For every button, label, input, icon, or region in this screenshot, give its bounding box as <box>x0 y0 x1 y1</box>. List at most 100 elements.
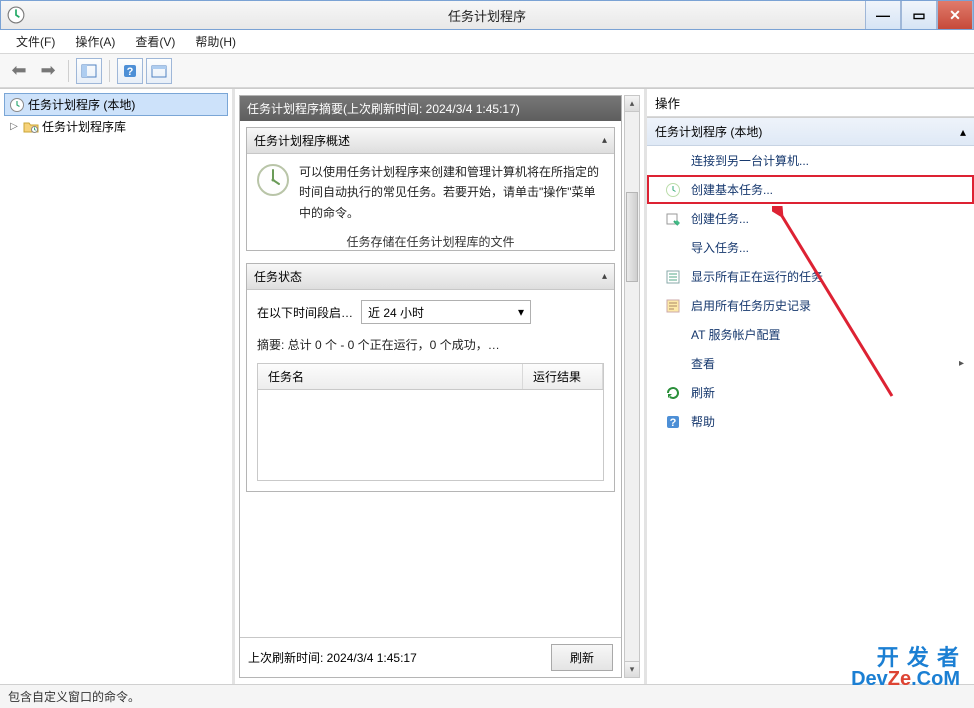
menu-help[interactable]: 帮助(H) <box>185 30 246 53</box>
action-item-7[interactable]: 查看 ▸ <box>647 349 974 378</box>
tree-child[interactable]: ▷ 任务计划程序库 <box>4 116 228 137</box>
action-item-6[interactable]: AT 服务帐户配置 <box>647 320 974 349</box>
task-table: 任务名 运行结果 <box>257 363 604 481</box>
tree-expander-icon[interactable]: ▷ <box>8 121 20 132</box>
tree-root-label: 任务计划程序 (本地) <box>28 96 135 113</box>
chevron-up-icon: ▴ <box>602 271 607 282</box>
status-section-header[interactable]: 任务状态 ▴ <box>247 264 614 290</box>
status-title: 任务状态 <box>254 268 302 285</box>
help-toolbar-button[interactable]: ? <box>117 58 143 84</box>
menu-bar: 文件(F) 操作(A) 查看(V) 帮助(H) <box>0 30 974 54</box>
last-refresh-label: 上次刷新时间: 2024/3/4 1:45:17 <box>248 649 417 666</box>
chevron-up-icon: ▴ <box>602 135 607 146</box>
clock-icon <box>9 97 25 113</box>
action-label: 启用所有任务历史记录 <box>691 297 811 314</box>
col-result[interactable]: 运行结果 <box>523 364 603 389</box>
action-label: 导入任务... <box>691 239 749 256</box>
actions-pane: 操作 任务计划程序 (本地) ▴ 连接到另一台计算机... 创建基本任务... 创… <box>644 89 974 684</box>
action-item-4[interactable]: 显示所有正在运行的任务 <box>647 262 974 291</box>
blank-icon <box>665 153 681 169</box>
action-item-2[interactable]: 创建任务... <box>647 204 974 233</box>
overview-truncated: 任务存储在任务计划程库的文件 <box>247 231 614 250</box>
status-text: 包含自定义窗口的命令。 <box>8 688 140 705</box>
action-label: 连接到另一台计算机... <box>691 152 809 169</box>
minimize-button[interactable]: — <box>865 1 901 29</box>
center-body: 任务计划程序概述 ▴ 可以使用任务计划程序来创建和管理计算机将在所指定的时间自动… <box>240 121 621 637</box>
clock-icon <box>255 162 291 198</box>
time-range-select[interactable]: 近 24 小时 ▾ <box>361 300 531 324</box>
scroll-up-button[interactable]: ▴ <box>625 96 639 112</box>
chevron-down-icon: ▾ <box>518 305 524 319</box>
menu-action[interactable]: 操作(A) <box>65 30 125 53</box>
toolbar: ⬅ ➡ ? <box>0 54 974 88</box>
tree-pane: 任务计划程序 (本地) ▷ 任务计划程序库 <box>0 89 235 684</box>
status-bar: 包含自定义窗口的命令。 <box>0 684 974 708</box>
properties-toolbar-button[interactable] <box>146 58 172 84</box>
overview-section-header[interactable]: 任务计划程序概述 ▴ <box>247 128 614 154</box>
table-header: 任务名 运行结果 <box>258 364 603 390</box>
toolbar-separator <box>68 60 69 82</box>
center-footer: 上次刷新时间: 2024/3/4 1:45:17 刷新 <box>240 637 621 677</box>
close-button[interactable]: ✕ <box>937 1 973 29</box>
scroll-thumb[interactable] <box>626 192 638 282</box>
main-area: 任务计划程序 (本地) ▷ 任务计划程序库 任务计划程序摘要(上次刷新时间: 2… <box>0 88 974 684</box>
status-section: 任务状态 ▴ 在以下时间段启… 近 24 小时 ▾ 摘要: 总计 0 个 - 0… <box>246 263 615 492</box>
app-icon <box>7 6 25 24</box>
action-item-3[interactable]: 导入任务... <box>647 233 974 262</box>
action-item-9[interactable]: ? 帮助 <box>647 407 974 436</box>
tree-root[interactable]: 任务计划程序 (本地) <box>4 93 228 116</box>
show-hide-tree-button[interactable] <box>76 58 102 84</box>
action-item-5[interactable]: 启用所有任务历史记录 <box>647 291 974 320</box>
history-icon <box>665 298 681 314</box>
status-body: 在以下时间段启… 近 24 小时 ▾ 摘要: 总计 0 个 - 0 个正在运行，… <box>247 290 614 491</box>
table-rows <box>258 390 603 480</box>
menu-file[interactable]: 文件(F) <box>6 30 65 53</box>
menu-view[interactable]: 查看(V) <box>125 30 185 53</box>
watermark: 开 发 者 DevZe.CoM <box>851 646 960 690</box>
status-summary: 摘要: 总计 0 个 - 0 个正在运行，0 个成功，… <box>257 336 604 353</box>
blank-icon <box>665 327 681 343</box>
action-label: AT 服务帐户配置 <box>691 326 781 343</box>
filter-row: 在以下时间段启… 近 24 小时 ▾ <box>257 300 604 324</box>
overview-title: 任务计划程序概述 <box>254 132 350 149</box>
action-item-1[interactable]: 创建基本任务... <box>647 175 974 204</box>
action-item-0[interactable]: 连接到另一台计算机... <box>647 146 974 175</box>
maximize-button[interactable]: ▭ <box>901 1 937 29</box>
chevron-up-icon: ▴ <box>960 125 966 139</box>
run-icon <box>665 211 681 227</box>
toolbar-separator <box>109 60 110 82</box>
actions-subhead-label: 任务计划程序 (本地) <box>655 123 762 140</box>
scroll-track[interactable] <box>625 112 639 661</box>
action-label: 创建基本任务... <box>691 181 773 198</box>
action-label: 刷新 <box>691 384 715 401</box>
window-title: 任务计划程序 <box>1 6 973 25</box>
actions-pane-title: 操作 <box>647 89 974 117</box>
actions-list: 任务计划程序 (本地) ▴ 连接到另一台计算机... 创建基本任务... 创建任务… <box>647 117 974 436</box>
summary-header: 任务计划程序摘要(上次刷新时间: 2024/3/4 1:45:17) <box>240 96 621 121</box>
action-label: 帮助 <box>691 413 715 430</box>
refresh-button[interactable]: 刷新 <box>551 644 613 671</box>
center-content: 任务计划程序摘要(上次刷新时间: 2024/3/4 1:45:17) 任务计划程… <box>239 95 622 678</box>
svg-text:?: ? <box>670 417 677 429</box>
clock-icon <box>665 182 681 198</box>
svg-text:?: ? <box>127 66 134 78</box>
time-range-value: 近 24 小时 <box>368 304 424 321</box>
vertical-scrollbar[interactable]: ▴ ▾ <box>624 95 640 678</box>
scroll-down-button[interactable]: ▾ <box>625 661 639 677</box>
chevron-right-icon: ▸ <box>959 358 964 369</box>
actions-subhead: 任务计划程序 (本地) ▴ <box>647 118 974 146</box>
action-label: 查看 <box>691 355 715 372</box>
filter-label: 在以下时间段启… <box>257 304 353 321</box>
col-taskname[interactable]: 任务名 <box>258 364 523 389</box>
watermark-line2: DevZe.CoM <box>851 669 960 690</box>
help-icon: ? <box>665 414 681 430</box>
center-pane: 任务计划程序摘要(上次刷新时间: 2024/3/4 1:45:17) 任务计划程… <box>235 89 644 684</box>
overview-body: 可以使用任务计划程序来创建和管理计算机将在所指定的时间自动执行的常见任务。若要开… <box>247 154 614 231</box>
forward-button[interactable]: ➡ <box>35 58 61 84</box>
action-item-8[interactable]: 刷新 <box>647 378 974 407</box>
tree-child-label: 任务计划程序库 <box>42 118 126 135</box>
folder-icon <box>23 119 39 135</box>
blank-icon <box>665 240 681 256</box>
action-label: 创建任务... <box>691 210 749 227</box>
back-button[interactable]: ⬅ <box>6 58 32 84</box>
